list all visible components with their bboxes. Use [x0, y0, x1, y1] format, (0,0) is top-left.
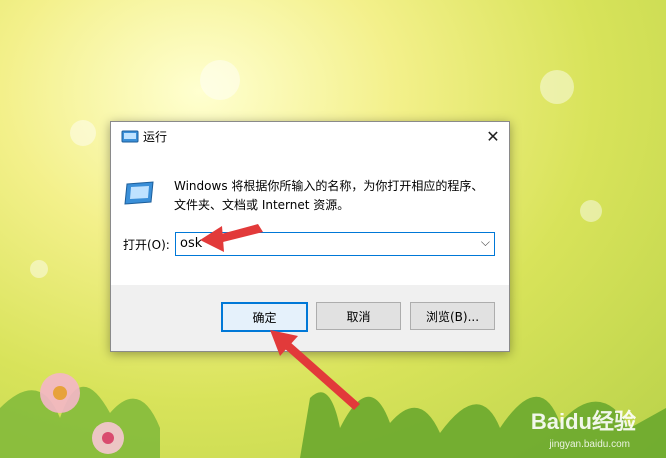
- close-icon: ✕: [486, 127, 500, 146]
- chevron-down-icon[interactable]: ⌵: [481, 235, 490, 250]
- description-text: Windows 将根据你所输入的名称，为你打开相应的程序、文件夹、文档或 Int…: [174, 179, 484, 212]
- open-input[interactable]: osk: [180, 236, 202, 251]
- bokeh-light: [70, 120, 96, 146]
- close-button[interactable]: ✕: [477, 122, 509, 152]
- run-app-icon: [121, 130, 139, 143]
- baidu-watermark: Baidu经验: [530, 409, 636, 434]
- run-program-icon: [124, 181, 154, 205]
- run-dialog: 运行 ✕ Windows 将根据你所输入的名称，为你打开相应的程序、文件夹、文档…: [110, 121, 510, 352]
- browse-button[interactable]: 浏览(B)...: [410, 302, 495, 330]
- open-combobox[interactable]: osk ⌵: [175, 232, 495, 256]
- bokeh-light: [540, 70, 574, 104]
- title-bar: 运行 ✕: [111, 122, 509, 152]
- watermark-url: jingyan.baidu.com: [549, 439, 630, 450]
- cancel-button[interactable]: 取消: [316, 302, 401, 330]
- bokeh-light: [200, 60, 240, 100]
- bokeh-light: [580, 200, 602, 222]
- bokeh-light: [30, 260, 48, 278]
- window-title: 运行: [143, 130, 168, 144]
- ok-button[interactable]: 确定: [221, 302, 308, 332]
- open-label: 打开(O):: [123, 238, 170, 252]
